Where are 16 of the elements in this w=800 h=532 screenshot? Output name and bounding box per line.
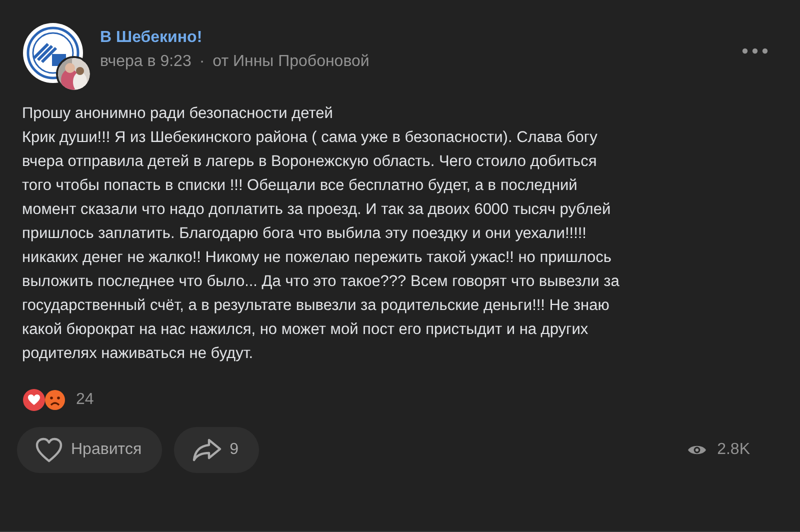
post-author: от Инны Пробоновой: [212, 53, 370, 71]
view-count: 2.8K: [717, 441, 750, 459]
eye-icon: [687, 443, 708, 457]
post-text: Крик души!!! Я из Шебекинского района ( сама уже в безопасности). Слава богу вчера отправила детей в лагерь в Воронежскую область. Чего стоило добиться того чтобы попасть в списки !!! Обещали все бесплатно будет, а в последний момент сказали что надо доплатить за проезд. И так за двоих 6000 тысяч рублей пришлось заплатить. Благодарю бога что выбила эту поездку и они уехали!!!!! никаких денег не жалко!! Никому не пожелаю пережить такой ужас!! но пришлось выложить последнее что было... Да что это такое??? Всем говорят что вывезли за государственный счёт, а в результате вывезли за родительские деньги!!! Не знаю какой бюрократ на нас нажился, но может мой пост его пристыдит и на других родителях наживаться не будут.: [22, 128, 620, 364]
share-icon: [192, 438, 222, 462]
like-button[interactable]: Нравится: [17, 427, 162, 473]
post-title: Прошу анонимно ради безопасности детей: [22, 104, 334, 124]
post-time: вчера в 9:23: [100, 53, 192, 71]
separator-dot: ·: [199, 53, 205, 71]
heart-reaction-icon: [22, 388, 46, 412]
more-icon[interactable]: [742, 48, 768, 54]
share-button[interactable]: 9: [174, 427, 259, 473]
community-name[interactable]: В Шебекино!: [100, 29, 742, 47]
sad-face-icon: [44, 389, 66, 411]
heart-icon: [35, 437, 63, 463]
reaction-count: 24: [76, 391, 94, 409]
